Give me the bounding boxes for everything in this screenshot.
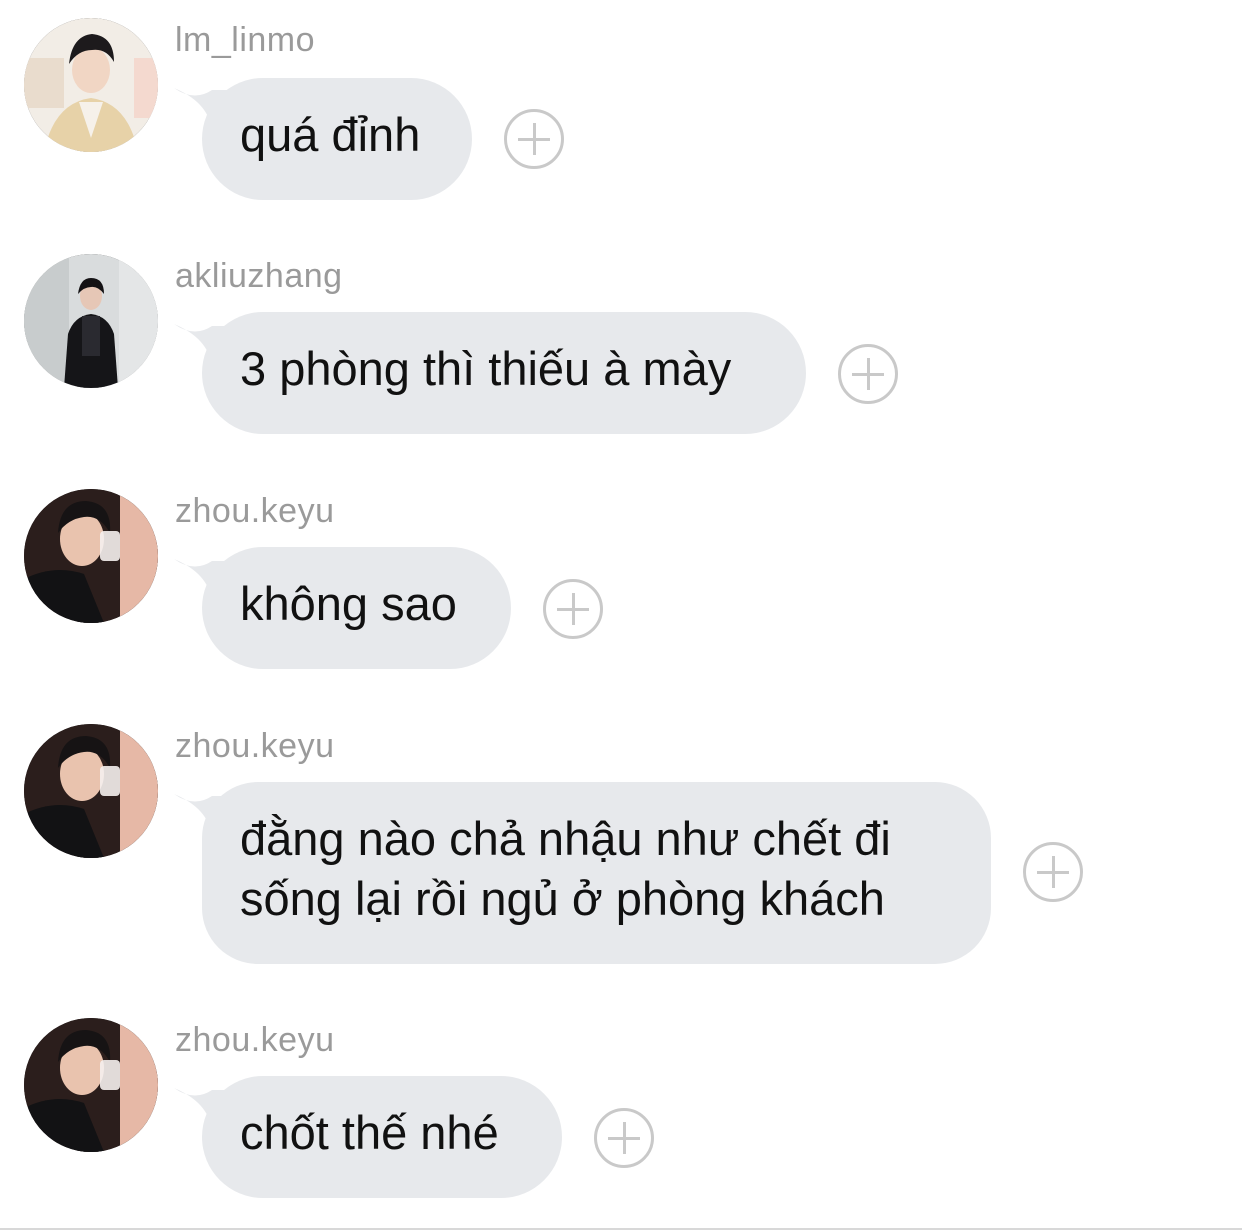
avatar[interactable] <box>24 724 158 858</box>
add-reaction-plus-icon[interactable] <box>1023 842 1083 902</box>
avatar-photo <box>24 489 158 623</box>
message-text-line: sống lại rồi ngủ ở phòng khách <box>240 872 885 925</box>
message-bubble[interactable]: 3 phòng thì thiếu à mày <box>202 312 806 434</box>
avatar-photo <box>24 254 158 388</box>
username[interactable]: zhou.keyu <box>175 491 335 531</box>
add-reaction-plus-icon[interactable] <box>594 1108 654 1168</box>
avatar[interactable] <box>24 489 158 623</box>
add-reaction-plus-icon[interactable] <box>543 579 603 639</box>
message-text: chốt thế nhé <box>240 1106 499 1159</box>
username[interactable]: akliuzhang <box>175 256 343 296</box>
message-text-line: đằng nào chả nhậu như chết đi <box>240 812 891 865</box>
message-bubble[interactable]: đằng nào chả nhậu như chết đi sống lại r… <box>202 782 991 964</box>
message-bubble[interactable]: không sao <box>202 547 511 669</box>
avatar[interactable] <box>24 254 158 388</box>
message-bubble[interactable]: chốt thế nhé <box>202 1076 562 1198</box>
avatar-photo <box>24 1018 158 1152</box>
avatar-photo <box>24 18 158 152</box>
add-reaction-plus-icon[interactable] <box>838 344 898 404</box>
message-text: không sao <box>240 577 457 630</box>
username[interactable]: lm_linmo <box>175 20 315 60</box>
add-reaction-plus-icon[interactable] <box>504 109 564 169</box>
avatar-photo <box>24 724 158 858</box>
avatar[interactable] <box>24 1018 158 1152</box>
message-text: 3 phòng thì thiếu à mày <box>240 342 732 395</box>
avatar[interactable] <box>24 18 158 152</box>
username[interactable]: zhou.keyu <box>175 726 335 766</box>
message-text: quá đỉnh <box>240 108 421 161</box>
username[interactable]: zhou.keyu <box>175 1020 335 1060</box>
message-bubble[interactable]: quá đỉnh <box>202 78 472 200</box>
